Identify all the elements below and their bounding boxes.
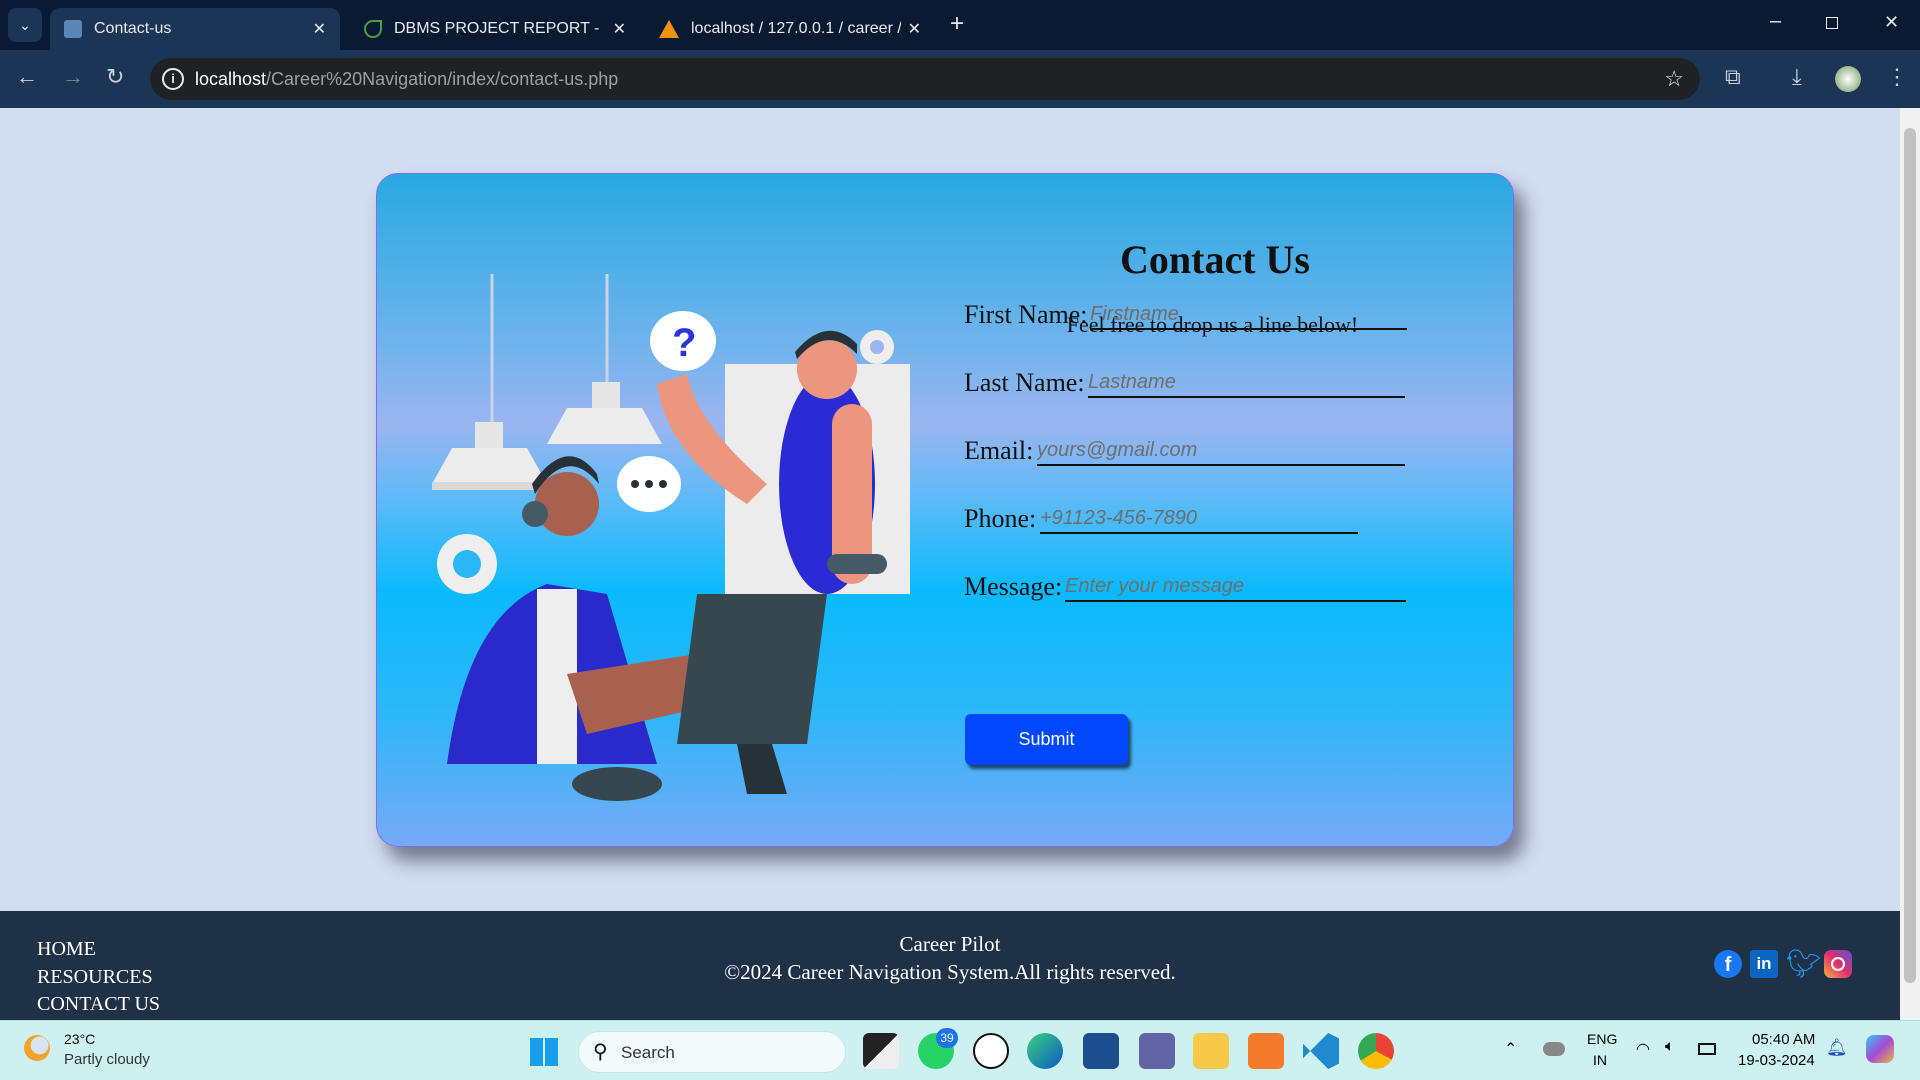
language-top[interactable]: ENG [1587, 1031, 1617, 1047]
footer-copyright: ©2024 Career Navigation System.All right… [724, 960, 1176, 984]
footer: HOME RESOURCES CONTACT US Career Pilot ©… [0, 911, 1900, 1020]
last-name-label: Last Name: [964, 368, 1085, 397]
tab-title: Contact-us [94, 20, 172, 37]
browser-tab-strip: ⌄ Contact-us ✕ DBMS PROJECT REPORT - Onl… [0, 0, 1920, 50]
site-favicon-icon [64, 20, 82, 38]
tab-dbms-report[interactable]: DBMS PROJECT REPORT - Onlin ✕ [350, 8, 640, 50]
phpmyadmin-icon [659, 20, 679, 38]
page-title: Contact Us [1120, 237, 1310, 282]
instagram-icon[interactable] [1824, 950, 1852, 978]
email-label: Email: [964, 436, 1034, 465]
wifi-icon[interactable]: ◠ [1636, 1039, 1650, 1059]
url-host: localhost [195, 68, 267, 89]
first-name-label: First Name: [964, 300, 1088, 329]
weather-icon[interactable] [24, 1035, 50, 1061]
menu-icon[interactable]: ⋮ [1886, 64, 1908, 90]
onedrive-icon[interactable] [1543, 1042, 1565, 1056]
battery-icon[interactable] [1698, 1043, 1716, 1055]
submit-button[interactable]: Submit [965, 714, 1128, 765]
overleaf-icon [364, 20, 382, 38]
xampp-icon[interactable] [1248, 1033, 1284, 1069]
phone-label: Phone: [964, 504, 1037, 533]
vscode-icon[interactable] [1303, 1033, 1339, 1069]
search-icon: ⚲ [593, 1041, 608, 1063]
edge-icon[interactable] [1027, 1033, 1063, 1069]
phone-input[interactable] [1040, 504, 1358, 534]
facebook-icon[interactable]: f [1714, 950, 1742, 978]
profile-avatar[interactable] [1835, 66, 1861, 92]
browser-toolbar: ← → ↻ i localhost/Career%20Navigation/in… [0, 50, 1920, 108]
restore-button[interactable] [1826, 17, 1838, 29]
tab-search-button[interactable]: ⌄ [8, 8, 42, 42]
linkedin-icon[interactable]: in [1750, 950, 1778, 978]
volume-icon[interactable]: 🔈︎ [1665, 1038, 1675, 1056]
weather-temp[interactable]: 23°C [64, 1031, 95, 1047]
twitter-icon[interactable]: 🐦︎ [1786, 947, 1822, 981]
taskbar: 23°C Partly cloudy ⚲ Search 39 ⌃ ENG IN … [0, 1020, 1920, 1080]
last-name-input[interactable] [1088, 368, 1405, 398]
first-name-input[interactable] [1090, 300, 1407, 330]
clock-date[interactable]: 19-03-2024 [1738, 1052, 1815, 1069]
lamp-shade-right [547, 382, 662, 444]
download-icon[interactable]: ⤓ [1792, 64, 1802, 90]
close-tab-icon[interactable]: ✕ [908, 19, 921, 39]
forward-icon[interactable]: → [62, 64, 84, 90]
footer-link-contact[interactable]: CONTACT US [37, 993, 160, 1016]
weather-desc[interactable]: Partly cloudy [64, 1051, 150, 1068]
footer-brand: Career Pilot [899, 932, 1001, 956]
scrollbar-thumb[interactable] [1904, 128, 1916, 983]
microsoft-store-icon[interactable] [1083, 1033, 1119, 1069]
tab-title: DBMS PROJECT REPORT - Onlin [394, 20, 604, 37]
message-label: Message: [964, 572, 1063, 601]
file-explorer-icon[interactable] [1193, 1033, 1229, 1069]
new-tab-button[interactable]: + [950, 10, 964, 38]
contact-card: ? Contact Us Feel free to drop us a line… [376, 173, 1514, 847]
close-tab-icon[interactable]: ✕ [613, 19, 626, 39]
back-icon[interactable]: ← [16, 64, 38, 90]
clock-time[interactable]: 05:40 AM [1752, 1031, 1815, 1048]
close-tab-icon[interactable]: ✕ [313, 19, 326, 39]
lamp-shade-left [432, 422, 547, 490]
show-hidden-icons[interactable]: ⌃ [1504, 1039, 1517, 1059]
dell-icon[interactable] [973, 1033, 1009, 1069]
task-view-icon[interactable] [863, 1033, 899, 1069]
minimize-button[interactable]: – [1770, 10, 1781, 33]
email-input[interactable] [1037, 436, 1405, 466]
message-input[interactable] [1065, 572, 1406, 602]
copilot-icon[interactable] [1866, 1035, 1894, 1063]
ellipsis-bubble [617, 456, 681, 512]
bookmark-star-icon[interactable]: ☆ [1664, 66, 1684, 92]
extensions-icon[interactable]: ⧉ [1725, 64, 1741, 90]
tab-contact-us[interactable]: Contact-us ✕ [50, 8, 340, 50]
reload-icon[interactable]: ↻ [106, 64, 124, 90]
notification-bell-icon[interactable]: 🔔︎ [1826, 1038, 1848, 1058]
teams-icon[interactable] [1139, 1033, 1175, 1069]
tab-title: localhost / 127.0.0.1 / career / jc [691, 20, 901, 37]
tab-phpmyadmin[interactable]: localhost / 127.0.0.1 / career / jc ✕ [645, 8, 935, 50]
language-bottom[interactable]: IN [1593, 1052, 1607, 1068]
gear-left-icon [437, 534, 497, 594]
address-bar[interactable]: i localhost/Career%20Navigation/index/co… [150, 58, 1700, 100]
whatsapp-badge: 39 [936, 1028, 958, 1048]
search-label: Search [621, 1043, 675, 1062]
chrome-icon[interactable] [1358, 1033, 1394, 1069]
site-info-icon[interactable]: i [162, 68, 184, 90]
taskbar-search[interactable]: ⚲ Search [578, 1031, 846, 1073]
windows-start-icon[interactable] [530, 1038, 558, 1066]
customer-support-illustration: ? [432, 274, 910, 801]
close-window-button[interactable]: ✕ [1884, 12, 1899, 33]
url-path: /Career%20Navigation/index/contact-us.ph… [266, 68, 619, 89]
